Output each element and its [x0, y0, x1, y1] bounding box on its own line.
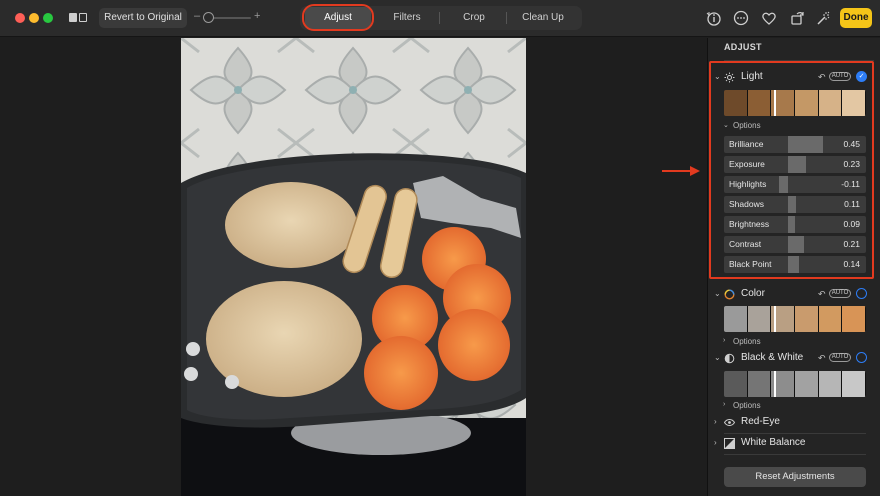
light-section-highlight [709, 61, 874, 279]
chevron-down-icon[interactable]: ⌄ [714, 289, 721, 298]
rotate-icon[interactable] [788, 9, 806, 27]
white-balance-label: White Balance [741, 437, 806, 448]
chevron-right-icon[interactable]: › [723, 337, 725, 344]
red-eye-row[interactable]: › Red-Eye [708, 415, 880, 431]
black-white-enabled-circle-icon[interactable] [856, 352, 867, 363]
color-options-toggle[interactable]: › Options [708, 336, 880, 348]
eye-icon [723, 418, 736, 429]
red-eye-label: Red-Eye [741, 416, 780, 427]
undo-icon[interactable]: ↶ [818, 289, 826, 300]
half-circle-icon [724, 353, 735, 364]
reset-adjustments-button[interactable]: Reset Adjustments [724, 467, 866, 487]
more-icon[interactable] [732, 9, 750, 27]
black-white-options-toggle[interactable]: › Options [708, 400, 880, 412]
color-auto-button[interactable]: AUTO [829, 289, 851, 298]
zoom-window-button[interactable] [43, 13, 53, 23]
options-label: Options [733, 401, 761, 410]
white-balance-icon [724, 438, 735, 449]
zoom-slider-knob[interactable] [203, 12, 214, 23]
black-white-auto-button[interactable]: AUTO [829, 353, 851, 362]
black-white-section-header[interactable]: ⌄ Black & White ↶ AUTO [708, 351, 880, 367]
sidebar-title: ADJUST [724, 42, 762, 52]
tab-crop[interactable]: Crop [441, 7, 507, 29]
chevron-right-icon[interactable]: › [714, 417, 717, 426]
zoom-out-icon[interactable]: – [194, 10, 200, 22]
adjust-tab-highlight [302, 4, 374, 31]
black-white-strip-marker[interactable] [774, 371, 776, 397]
minimize-window-button[interactable] [29, 13, 39, 23]
black-white-label: Black & White [741, 352, 804, 363]
undo-icon[interactable]: ↶ [818, 353, 826, 364]
close-window-button[interactable] [15, 13, 25, 23]
compare-icon[interactable] [69, 12, 89, 24]
color-strip-marker[interactable] [774, 306, 776, 332]
tab-clean-up[interactable]: Clean Up [508, 7, 578, 29]
color-label: Color [741, 288, 765, 299]
divider [724, 454, 866, 455]
photo-image [181, 38, 526, 496]
chevron-right-icon[interactable]: › [714, 438, 717, 447]
color-section-header[interactable]: ⌄ Color ↶ AUTO [708, 287, 880, 303]
tab-filters[interactable]: Filters [374, 7, 440, 29]
magic-wand-icon[interactable] [814, 9, 832, 27]
divider [724, 433, 866, 434]
color-wheel-icon [724, 289, 735, 300]
black-white-preview-strip[interactable] [724, 371, 866, 397]
white-balance-row[interactable]: › White Balance [708, 436, 880, 452]
chevron-down-icon[interactable]: ⌄ [714, 353, 721, 362]
done-button[interactable]: Done [840, 8, 872, 28]
color-enabled-circle-icon[interactable] [856, 288, 867, 299]
info-icon[interactable] [704, 9, 722, 27]
toolbar: Revert to Original – + Adjust Filters Cr… [0, 0, 880, 37]
chevron-right-icon[interactable]: › [723, 401, 725, 408]
arrow-annotation-icon [660, 164, 702, 178]
zoom-in-icon[interactable]: + [254, 10, 260, 22]
color-preview-strip[interactable] [724, 306, 866, 332]
revert-to-original-button[interactable]: Revert to Original [99, 8, 187, 28]
favorite-icon[interactable] [760, 9, 778, 27]
options-label: Options [733, 337, 761, 346]
